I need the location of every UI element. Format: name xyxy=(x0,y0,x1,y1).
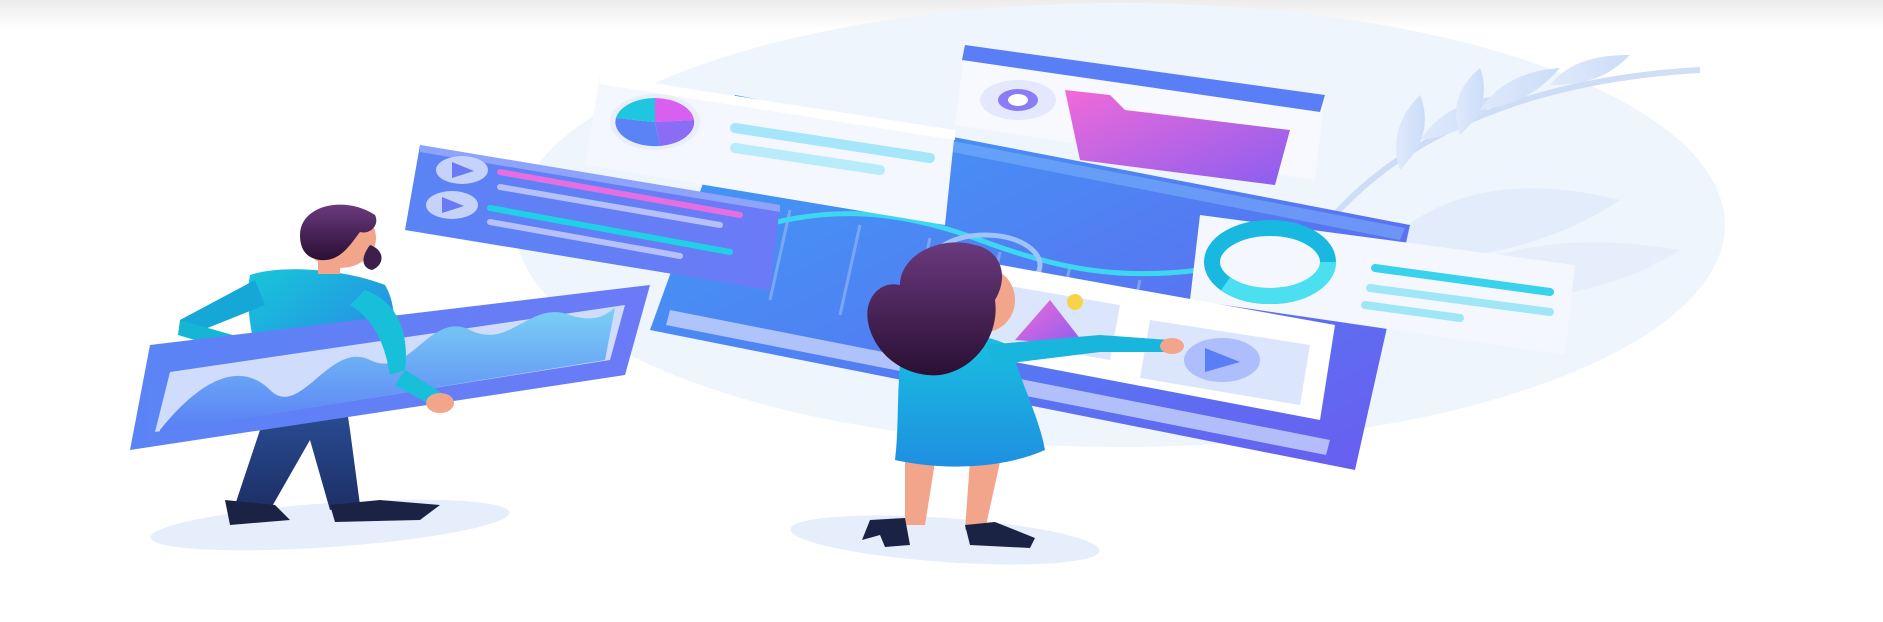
illustration-stage xyxy=(0,0,1883,622)
woman-shadow xyxy=(790,515,1100,565)
play-icon xyxy=(436,156,488,184)
pie-chart-icon xyxy=(610,94,700,150)
play-icon xyxy=(426,191,478,219)
illustration-svg xyxy=(130,3,1725,565)
toggle-icon xyxy=(980,80,1056,120)
